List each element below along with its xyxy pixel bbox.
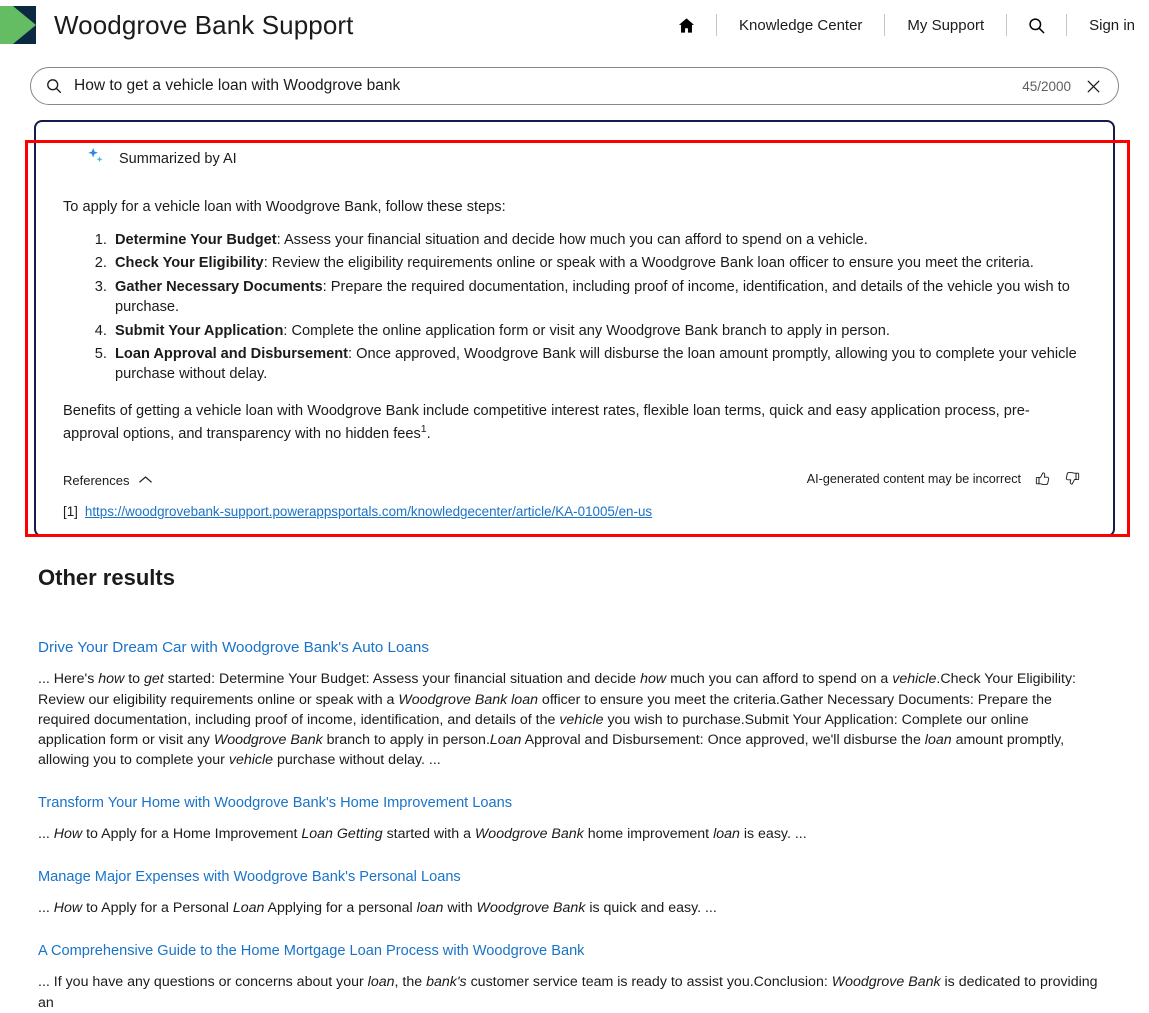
search-result-title[interactable]: Manage Major Expenses with Woodgrove Ban… <box>38 869 461 885</box>
ai-summary-step-heading: Submit Your Application <box>115 323 283 339</box>
ai-summary-outro-text: Benefits of getting a vehicle loan with … <box>63 403 1030 442</box>
search-result-item: Drive Your Dream Car with Woodgrove Bank… <box>38 639 1111 770</box>
ai-summary-badge: Summarized by AI <box>86 146 1089 171</box>
search-result-title[interactable]: A Comprehensive Guide to the Home Mortga… <box>38 943 584 959</box>
ai-summary-step-heading: Determine Your Budget <box>115 232 277 248</box>
search-results-list: Drive Your Dream Car with Woodgrove Bank… <box>38 639 1111 1012</box>
site-header: Woodgrove Bank Support Knowledge Center … <box>0 0 1149 50</box>
ai-summary-steps: Determine Your Budget: Assess your finan… <box>63 230 1084 385</box>
ai-summary-outro: Benefits of getting a vehicle loan with … <box>63 401 1084 445</box>
other-results-heading: Other results <box>38 565 1111 591</box>
reference-number: [1] <box>63 504 78 519</box>
references-list: [1] https://woodgrovebank-support.powerap… <box>63 504 1084 519</box>
references-toggle[interactable]: References <box>63 473 153 488</box>
ai-summary-step: Submit Your Application: Complete the on… <box>111 321 1084 342</box>
ai-summary-step-text: : Review the eligibility requirements on… <box>264 255 1034 271</box>
search-icon[interactable] <box>1007 16 1066 35</box>
brand: Woodgrove Bank Support <box>0 6 353 44</box>
thumbs-down-icon[interactable] <box>1064 470 1081 487</box>
ai-summary-section: Summarized by AI To apply for a vehicle … <box>0 120 1149 537</box>
search-result-item: Transform Your Home with Woodgrove Bank'… <box>38 794 1111 844</box>
search-input[interactable] <box>74 77 1022 95</box>
search-result-snippet: ... How to Apply for a Home Improvement … <box>38 824 1100 844</box>
home-icon[interactable] <box>657 16 716 35</box>
woodgrove-logo-icon <box>0 6 36 44</box>
ai-summary-step-text: : Assess your financial situation and de… <box>277 232 868 248</box>
nav-my-support[interactable]: My Support <box>885 12 1006 38</box>
top-navigation: Knowledge Center My Support Sign in <box>657 0 1135 50</box>
ai-summary-step-heading: Gather Necessary Documents <box>115 279 323 295</box>
search-result-snippet: ... If you have any questions or concern… <box>38 972 1100 1012</box>
reference-item: [1] https://woodgrovebank-support.powerap… <box>63 504 1084 519</box>
search-result-item: A Comprehensive Guide to the Home Mortga… <box>38 942 1111 1012</box>
nav-knowledge-center[interactable]: Knowledge Center <box>717 12 884 38</box>
search-section: 45/2000 <box>0 67 1149 105</box>
nav-sign-in[interactable]: Sign in <box>1067 12 1135 38</box>
search-result-snippet: ... Here's how to get started: Determine… <box>38 669 1100 770</box>
other-results-section: Other results Drive Your Dream Car with … <box>0 565 1149 1012</box>
ai-feedback-controls: AI-generated content may be incorrect <box>807 470 1081 487</box>
search-icon <box>45 77 63 95</box>
ai-summary-badge-label: Summarized by AI <box>119 151 237 167</box>
search-result-item: Manage Major Expenses with Woodgrove Ban… <box>38 868 1111 918</box>
search-result-snippet: ... How to Apply for a Personal Loan App… <box>38 898 1100 918</box>
search-bar[interactable]: 45/2000 <box>30 67 1119 105</box>
search-result-title[interactable]: Transform Your Home with Woodgrove Bank'… <box>38 795 512 811</box>
ai-disclaimer-text: AI-generated content may be incorrect <box>807 472 1021 486</box>
ai-summary-outro-end: . <box>427 426 431 442</box>
ai-summary-step: Loan Approval and Disbursement: Once app… <box>111 344 1084 385</box>
ai-sparkle-icon <box>86 146 106 171</box>
search-char-counter: 45/2000 <box>1022 79 1071 94</box>
chevron-up-icon <box>138 473 153 488</box>
search-result-title[interactable]: Drive Your Dream Car with Woodgrove Bank… <box>38 639 429 656</box>
ai-summary-body: To apply for a vehicle loan with Woodgro… <box>60 197 1089 519</box>
ai-summary-step: Check Your Eligibility: Review the eligi… <box>111 253 1084 274</box>
ai-summary-step: Determine Your Budget: Assess your finan… <box>111 230 1084 251</box>
ai-summary-step: Gather Necessary Documents: Prepare the … <box>111 277 1084 318</box>
reference-link[interactable]: https://woodgrovebank-support.powerappsp… <box>85 504 652 519</box>
references-label: References <box>63 473 129 488</box>
ai-summary-intro: To apply for a vehicle loan with Woodgro… <box>63 197 1084 218</box>
close-icon[interactable] <box>1085 78 1102 95</box>
ai-summary-step-heading: Loan Approval and Disbursement <box>115 346 348 362</box>
ai-summary-panel: Summarized by AI To apply for a vehicle … <box>34 120 1115 537</box>
page-title: Woodgrove Bank Support <box>54 10 353 41</box>
thumbs-up-icon[interactable] <box>1034 470 1051 487</box>
ai-summary-footer: References [1] https://woodgrovebank-supp… <box>63 472 1084 519</box>
ai-summary-step-heading: Check Your Eligibility <box>115 255 264 271</box>
ai-summary-step-text: : Complete the online application form o… <box>283 323 890 339</box>
